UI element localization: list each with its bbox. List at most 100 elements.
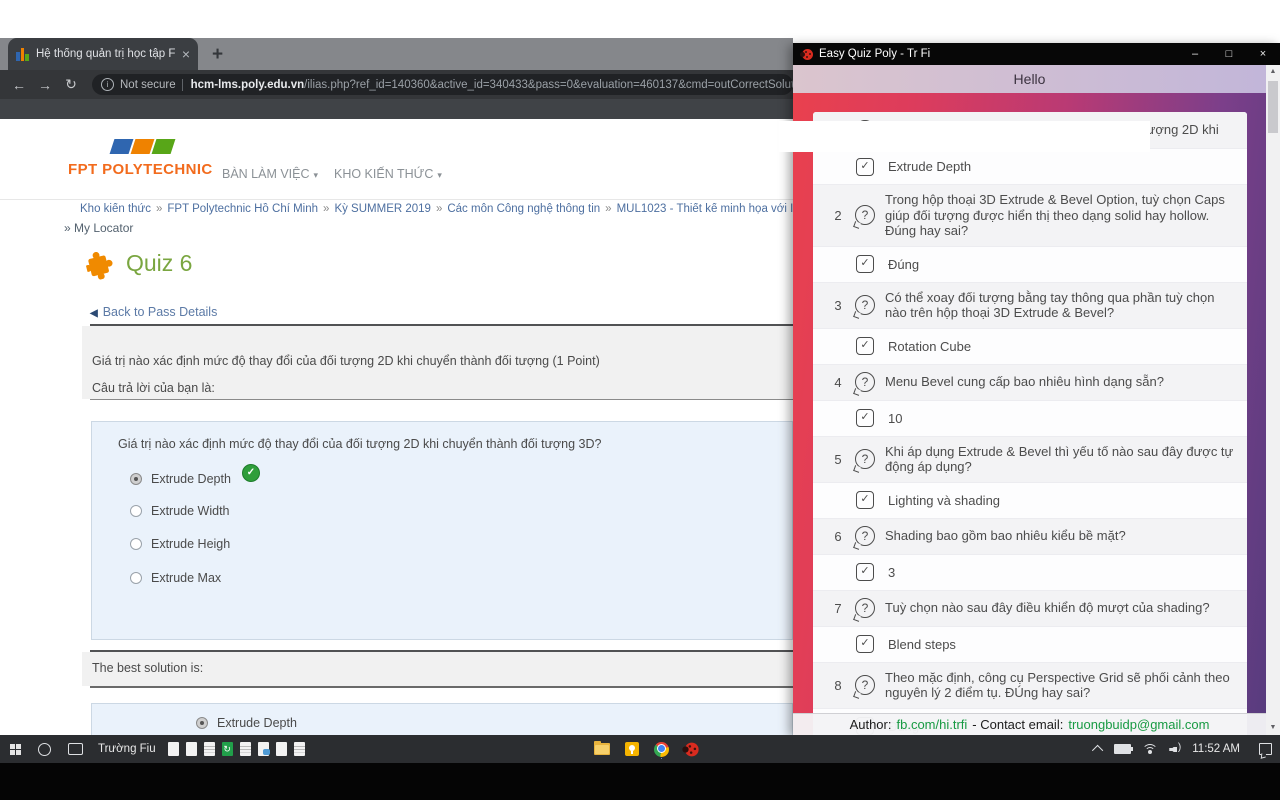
breadcrumb: Kho kiến thức » FPT Polytechnic Hồ Chí Min… <box>80 203 793 215</box>
page-document-icon[interactable] <box>186 742 197 756</box>
app-title-bar[interactable]: Easy Quiz Poly - Tr Fi – □ × <box>793 43 1280 65</box>
scrollbar[interactable]: ▲ ▼ <box>1266 65 1280 735</box>
answer-checkbox-icon[interactable]: ✓ <box>856 491 874 509</box>
question-bubble-icon: ? <box>855 449 875 469</box>
url-bar[interactable]: i Not secure hcm-lms.poly.edu.vn/ilias.p… <box>92 74 793 95</box>
minimize-button[interactable]: – <box>1178 43 1212 65</box>
pinned-documents: ↻ <box>168 742 305 756</box>
url-path: /ilias.php?ref_id=140360&active_id=34043… <box>304 79 793 91</box>
info-icon[interactable]: i <box>101 78 114 91</box>
back-to-pass-details-link[interactable]: ◀Back to Pass Details <box>90 305 217 319</box>
tab-close-icon[interactable]: × <box>182 47 190 61</box>
file-explorer-icon[interactable] <box>594 743 610 755</box>
browser-tab[interactable]: Hệ thống quản trị học tập Fpt Po × <box>8 38 198 70</box>
answer-option[interactable]: Extrude Max <box>130 571 221 585</box>
answer-text: Đúng <box>888 257 919 272</box>
quiz-answer-row: ✓ 10 <box>813 400 1247 436</box>
option-label: Extrude Depth <box>151 472 231 486</box>
start-button-icon[interactable] <box>10 744 21 755</box>
best-solution-label: The best solution is: <box>92 661 203 675</box>
answer-option[interactable]: Extrude Heigh <box>130 537 230 551</box>
clock[interactable]: 11:52 AM <box>1192 743 1240 755</box>
contact-label: - Contact email: <box>972 717 1063 732</box>
reload-icon[interactable]: ↻ <box>58 76 84 93</box>
radio-button[interactable] <box>130 473 142 485</box>
quiz-answers-card: 1?Giá trị nào xác định mức độ thay đổi c… <box>813 112 1247 735</box>
question-bubble-icon: ? <box>855 675 875 695</box>
answer-text: Rotation Cube <box>888 339 971 354</box>
answer-checkbox-icon[interactable]: ✓ <box>856 255 874 273</box>
maximize-button[interactable]: □ <box>1212 43 1246 65</box>
taskbar: Trường Fiu ↻ 11:52 AM <box>0 735 1280 763</box>
author-link[interactable]: fb.com/hi.trfi <box>896 717 967 732</box>
question-text: Có thể xoay đối tượng bằng tay thông qua… <box>885 290 1237 321</box>
answer-option[interactable]: Extrude Depth✓ <box>130 470 260 488</box>
close-button[interactable]: × <box>1246 43 1280 65</box>
radio-button[interactable] <box>130 572 142 584</box>
my-locator-label[interactable]: » My Locator <box>64 221 133 235</box>
option-label: Extrude Heigh <box>151 537 230 551</box>
page-document-icon[interactable] <box>168 742 179 756</box>
best-solution-section: The best solution is: <box>82 652 793 686</box>
your-answer-label: Câu trả lời của bạn là: <box>92 381 215 395</box>
crumb-separator: » <box>323 203 329 215</box>
breadcrumb-link[interactable]: Kỳ SUMMER 2019 <box>334 203 431 215</box>
brand-logo[interactable]: FPT POLYTECHNIC <box>68 161 213 178</box>
lines-document-icon[interactable] <box>240 742 251 756</box>
action-center-icon[interactable] <box>1259 743 1272 755</box>
your-answer-box: Giá trị nào xác định mức độ thay đổi của… <box>91 421 793 640</box>
forward-icon[interactable]: → <box>32 77 58 93</box>
radio-button[interactable] <box>196 717 208 729</box>
page-document-icon[interactable] <box>276 742 287 756</box>
question-header-section: Giá trị nào xác định mức độ thay đổi của… <box>82 326 793 399</box>
quiz-question-row: 6?Shading bao gồm bao nhiêu kiểu bề mặt? <box>813 518 1247 554</box>
breadcrumb-link[interactable]: Kho kiến thức <box>80 203 151 215</box>
question-bubble-icon: ? <box>855 526 875 546</box>
cortana-icon[interactable] <box>38 743 51 756</box>
radio-button[interactable] <box>130 538 142 550</box>
answer-checkbox-icon[interactable]: ✓ <box>856 563 874 581</box>
back-icon[interactable]: ← <box>6 77 32 93</box>
answer-option[interactable]: Extrude Width <box>130 504 230 518</box>
breadcrumb-link[interactable]: MUL1023 - Thiết kế minh họa với Illustra… <box>617 203 793 215</box>
app-footer: Author: fb.com/hi.trfi - Contact email: … <box>793 713 1266 735</box>
scroll-down-icon[interactable]: ▼ <box>1266 721 1280 735</box>
nav-ban-lam-viec[interactable]: BÀN LÀM VIỆC▾ <box>222 167 318 181</box>
recycle-document-icon[interactable]: ↻ <box>222 742 233 756</box>
taskbar-pinned-label[interactable]: Trường Fiu <box>98 743 156 755</box>
crumb-separator: » <box>605 203 611 215</box>
question-number: 4 <box>821 375 855 390</box>
lines-document-icon[interactable] <box>204 742 215 756</box>
answer-checkbox-icon[interactable]: ✓ <box>856 635 874 653</box>
chrome-icon[interactable] <box>654 742 669 757</box>
lines-document-icon[interactable] <box>294 742 305 756</box>
tray-expand-icon[interactable] <box>1092 745 1103 756</box>
image-document-icon[interactable] <box>258 742 269 756</box>
speaker-icon[interactable] <box>1169 744 1181 754</box>
scroll-up-icon[interactable]: ▲ <box>1266 65 1280 79</box>
wifi-icon[interactable] <box>1142 744 1158 754</box>
answer-text: Blend steps <box>888 637 956 652</box>
contact-email-link[interactable]: truongbuidp@gmail.com <box>1068 717 1209 732</box>
answer-checkbox-icon[interactable]: ✓ <box>856 158 874 176</box>
new-tab-button[interactable]: + <box>212 44 223 66</box>
lms-page: FPT POLYTECHNIC BÀN LÀM VIỆC▾ KHO KIẾN T… <box>0 119 793 735</box>
easy-quiz-taskbar-icon[interactable] <box>682 742 698 756</box>
answer-option[interactable]: Extrude Depth <box>196 716 297 730</box>
question-bubble-icon: ? <box>855 372 875 392</box>
quiz-answer-row: ✓ Blend steps <box>813 626 1247 662</box>
scrollbar-thumb[interactable] <box>1268 81 1278 133</box>
answer-checkbox-icon[interactable]: ✓ <box>856 337 874 355</box>
breadcrumb-link[interactable]: FPT Polytechnic Hồ Chí Minh <box>167 203 318 215</box>
answer-checkbox-icon[interactable]: ✓ <box>856 409 874 427</box>
task-view-icon[interactable] <box>68 743 83 755</box>
radio-button[interactable] <box>130 505 142 517</box>
crumb-separator: » <box>436 203 442 215</box>
google-keep-icon[interactable] <box>625 742 639 756</box>
divider <box>90 686 793 688</box>
answer-text: 10 <box>888 411 902 426</box>
nav-kho-kien-thuc[interactable]: KHO KIẾN THỨC▾ <box>334 167 442 181</box>
battery-icon[interactable] <box>1114 744 1131 754</box>
quiz-puzzle-icon <box>83 246 119 282</box>
breadcrumb-link[interactable]: Các môn Công nghệ thông tin <box>447 203 600 215</box>
